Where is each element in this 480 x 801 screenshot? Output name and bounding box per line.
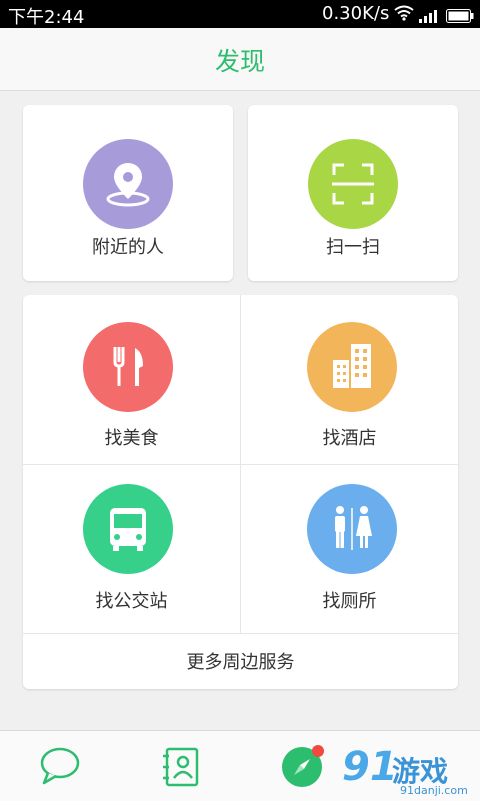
nearby-people-card[interactable]: 附近的人 xyxy=(23,105,233,281)
find-hotel-tile[interactable]: 找酒店 xyxy=(241,295,458,464)
find-bus-stop-icon-circle xyxy=(83,484,173,574)
page-title: 发现 xyxy=(214,47,265,76)
restroom-icon xyxy=(335,506,372,550)
find-bus-stop-label: 找公交站 xyxy=(95,591,168,612)
nearby-people-label: 附近的人 xyxy=(92,237,164,258)
find-restroom-label: 找厕所 xyxy=(322,591,377,612)
battery-icon xyxy=(446,7,474,28)
fork-knife-icon xyxy=(113,347,143,386)
scan-icon-circle xyxy=(308,139,398,229)
find-restroom-icon-circle xyxy=(307,484,397,574)
location-pin-icon xyxy=(106,163,150,207)
services-card: 找美食 找酒店 找公交站 找厕所 更多周边服务 xyxy=(23,295,458,689)
find-food-tile[interactable]: 找美食 xyxy=(23,295,240,464)
nav-messages[interactable] xyxy=(38,745,82,789)
building-icon xyxy=(333,344,371,388)
find-hotel-label: 找酒店 xyxy=(322,428,377,449)
find-bus-stop-tile[interactable]: 找公交站 xyxy=(23,465,240,633)
notification-badge xyxy=(312,745,324,757)
chat-bubble-icon xyxy=(40,747,80,785)
app-header: 发现 xyxy=(0,28,480,91)
more-services-button[interactable]: 更多周边服务 xyxy=(23,633,458,689)
signal-icon xyxy=(419,7,439,28)
watermark-logo: 91 游戏 91danji.com xyxy=(342,740,480,800)
find-hotel-icon-circle xyxy=(307,322,397,412)
scan-icon xyxy=(332,163,374,205)
network-speed: 0.30K/s xyxy=(322,3,390,24)
nearby-people-icon-circle xyxy=(83,139,173,229)
bus-icon xyxy=(110,508,146,551)
more-services-label: 更多周边服务 xyxy=(186,652,295,673)
status-time: 下午2:44 xyxy=(8,7,85,28)
wifi-icon xyxy=(394,5,414,26)
find-food-icon-circle xyxy=(83,322,173,412)
scan-card[interactable]: 扫一扫 xyxy=(248,105,458,281)
watermark-number: 91 xyxy=(342,744,398,790)
nav-discover[interactable] xyxy=(280,745,324,789)
find-food-label: 找美食 xyxy=(104,428,159,449)
scan-label: 扫一扫 xyxy=(326,237,380,258)
find-restroom-tile[interactable]: 找厕所 xyxy=(241,465,458,633)
watermark-url: 91danji.com xyxy=(400,784,468,797)
status-bar: 下午2:44 0.30K/s xyxy=(0,0,480,28)
contacts-icon xyxy=(163,747,199,787)
nav-contacts[interactable] xyxy=(160,745,204,789)
